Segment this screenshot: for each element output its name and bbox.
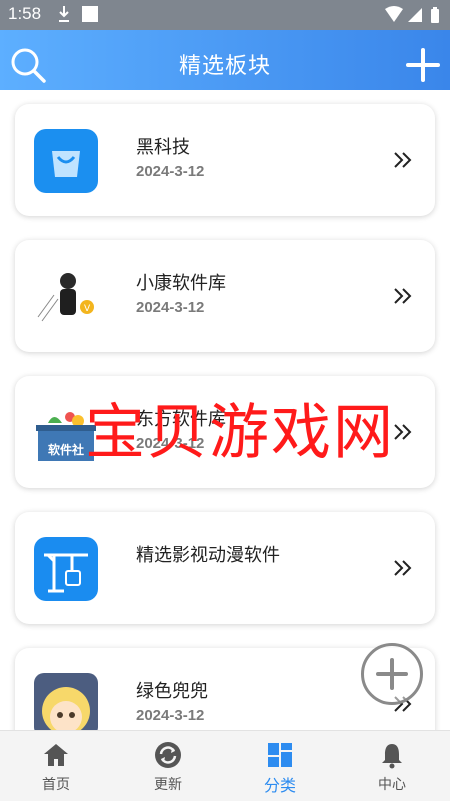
status-right-icons bbox=[384, 6, 442, 28]
app-store-crane-icon bbox=[34, 537, 98, 601]
status-bar: 1:58 bbox=[0, 0, 450, 30]
download-icon bbox=[59, 6, 98, 22]
list-item[interactable]: V 小康软件库 2024-3-12 bbox=[15, 240, 435, 352]
tab-label: 中心 bbox=[378, 777, 406, 793]
page-title: 精选板块 bbox=[178, 54, 271, 79]
item-thumbnail: V bbox=[34, 265, 98, 329]
tab-label: 分类 bbox=[263, 776, 296, 795]
person-avatar-icon: V bbox=[34, 265, 98, 329]
double-chevron-right-icon bbox=[394, 152, 412, 168]
status-time: 1:58 bbox=[8, 4, 42, 23]
double-chevron-right-icon bbox=[394, 560, 412, 576]
tab-label: 更新 bbox=[154, 777, 182, 793]
list-item[interactable]: 黑科技 2024-3-12 bbox=[15, 104, 435, 216]
bottom-tab-bar: 首页 更新 分类 中心 bbox=[0, 730, 450, 801]
status-left-icons bbox=[58, 5, 98, 29]
watermark-text: 宝贝游戏网 bbox=[85, 398, 395, 468]
item-date: 2024-3-12 bbox=[136, 299, 205, 316]
svg-text:V: V bbox=[84, 304, 91, 314]
tab-label: 首页 bbox=[42, 777, 70, 793]
item-thumbnail bbox=[34, 129, 98, 193]
wifi-icon bbox=[385, 6, 403, 22]
tab-category[interactable]: 分类 bbox=[224, 731, 336, 801]
item-date: 2024-3-12 bbox=[136, 707, 205, 724]
home-icon bbox=[44, 744, 68, 766]
item-thumbnail bbox=[34, 673, 98, 730]
tab-center[interactable]: 中心 bbox=[336, 731, 448, 801]
list-item[interactable]: 精选影视动漫软件 bbox=[15, 512, 435, 624]
item-thumbnail bbox=[34, 537, 98, 601]
item-title: 精选影视动漫软件 bbox=[136, 545, 280, 566]
plus-icon bbox=[376, 658, 408, 690]
plus-icon bbox=[406, 48, 440, 82]
anime-avatar-icon bbox=[34, 673, 98, 730]
app-header: 精选板块 bbox=[0, 30, 450, 90]
item-date: 2024-3-12 bbox=[136, 163, 205, 180]
item-title: 绿色兜兜 bbox=[136, 681, 208, 702]
notification-square-icon bbox=[82, 6, 98, 22]
double-chevron-right-icon bbox=[394, 424, 412, 440]
item-title: 黑科技 bbox=[136, 137, 190, 158]
item-title: 小康软件库 bbox=[136, 273, 226, 294]
tab-update[interactable]: 更新 bbox=[112, 731, 224, 801]
tab-home[interactable]: 首页 bbox=[0, 731, 112, 801]
signal-icon bbox=[408, 8, 422, 22]
refresh-icon bbox=[155, 742, 181, 768]
bell-icon bbox=[382, 744, 402, 769]
floating-add-button[interactable] bbox=[361, 643, 423, 705]
add-button[interactable] bbox=[406, 48, 440, 82]
grid-icon bbox=[268, 743, 292, 767]
battery-icon bbox=[431, 9, 439, 23]
shopping-bag-icon bbox=[34, 129, 98, 193]
double-chevron-right-icon bbox=[394, 288, 412, 304]
